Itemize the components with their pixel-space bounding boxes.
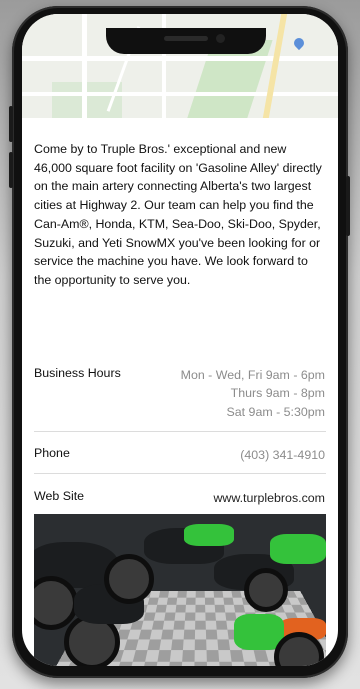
- map-road: [22, 56, 338, 61]
- green-motorcycle-fairing: [270, 534, 326, 564]
- website-label: Web Site: [34, 489, 85, 503]
- front-camera: [216, 34, 225, 43]
- divider: [34, 431, 326, 432]
- volume-down-button: [9, 152, 13, 188]
- phone-value[interactable]: (403) 341-4910: [240, 446, 325, 464]
- speaker-grille: [164, 36, 208, 41]
- hours-line: Sat 9am - 5:30pm: [226, 404, 325, 419]
- map-road: [82, 14, 87, 118]
- phone-screen: Come by to Truple Bros.' exceptional and…: [22, 14, 338, 666]
- volume-up-button: [9, 106, 13, 142]
- divider: [34, 473, 326, 474]
- map-highway: [262, 14, 288, 118]
- business-hours-label: Business Hours: [34, 366, 121, 380]
- business-description: Come by to Truple Bros.' exceptional and…: [34, 142, 322, 287]
- map-pin-icon: [291, 35, 307, 51]
- motorcycle-wheel: [104, 554, 154, 604]
- showroom-photo: [34, 514, 326, 666]
- green-motorcycle-fairing: [184, 524, 234, 546]
- phone-label: Phone: [34, 446, 70, 460]
- website-link[interactable]: www.turplebros.com: [213, 489, 325, 507]
- business-hours-value: Mon - Wed, Fri 9am - 6pm Thurs 9am - 8pm…: [181, 366, 325, 421]
- map-road: [22, 92, 338, 96]
- hours-line: Mon - Wed, Fri 9am - 6pm: [180, 368, 325, 382]
- power-button: [346, 176, 350, 236]
- phone-notch: [106, 28, 266, 54]
- motorcycle-wheel: [244, 568, 288, 612]
- hours-line: Thurs 9am - 8pm: [230, 386, 325, 401]
